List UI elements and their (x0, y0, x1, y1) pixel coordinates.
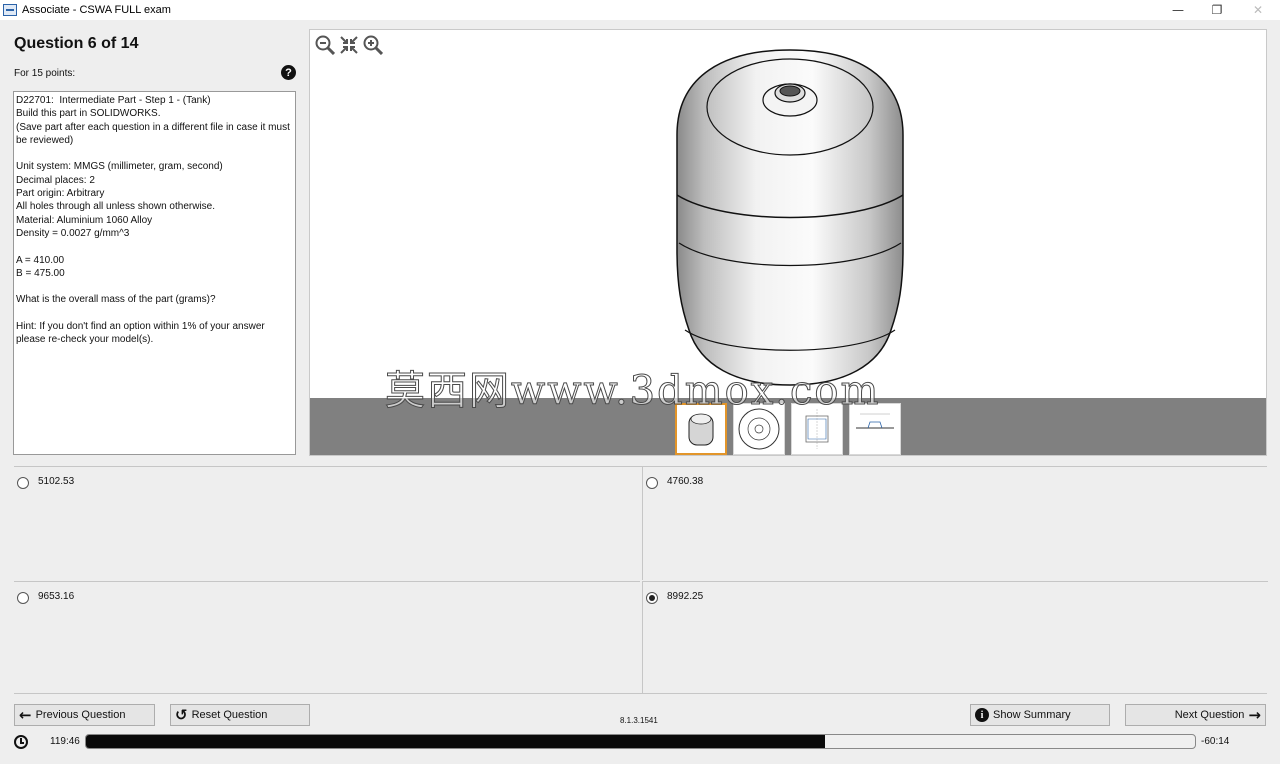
remaining-time: -60:14 (1201, 736, 1230, 747)
time-progress-fill (86, 735, 825, 748)
arrow-right-icon: → (1248, 705, 1261, 724)
question-text-line (16, 307, 293, 320)
answer-label: 8992.25 (667, 591, 704, 602)
question-text-line: Density = 0.0027 g/mm^3 (16, 227, 130, 239)
model-viewer[interactable]: 莫西网www.3dmox.com (309, 29, 1267, 456)
title-bar: Associate - CSWA FULL exam (0, 0, 1280, 20)
answer-option[interactable]: 4760.38 (642, 467, 1268, 580)
answer-radio[interactable] (17, 477, 29, 489)
elapsed-time: 119:46 (50, 736, 80, 747)
show-summary-button[interactable]: i Show Summary (970, 704, 1110, 726)
question-text-line: Hint: If you don't find an option within… (16, 321, 268, 346)
points-label: For 15 points: (14, 68, 76, 79)
zoom-out-icon[interactable] (314, 34, 336, 56)
minimize-button[interactable]: — (1158, 0, 1198, 20)
question-text-line: A = 410.00 (16, 254, 65, 266)
question-text-line: Material: Aluminium 1060 Alloy (16, 214, 153, 226)
question-text-line: Decimal places: 2 (16, 174, 95, 186)
question-text-line (16, 240, 293, 253)
reset-question-button[interactable]: ↺ Reset Question (170, 704, 310, 726)
window-title: Associate - CSWA FULL exam (22, 4, 171, 16)
answer-option[interactable]: 9653.16 (14, 581, 640, 694)
question-text-line: Part origin: Arbitrary (16, 188, 105, 200)
close-button[interactable]: ✕ (1238, 0, 1278, 20)
zoom-toolbar (314, 34, 384, 56)
clock-icon (14, 735, 28, 749)
fit-icon[interactable] (338, 34, 360, 56)
reset-question-label: Reset Question (191, 709, 268, 721)
restore-button[interactable]: ❐ (1197, 0, 1237, 20)
previous-question-button[interactable]: ← Previous Question (14, 704, 155, 726)
answer-options: 5102.53 4760.38 9653.16 8992.25 (14, 466, 1268, 694)
tank-model-image (676, 49, 904, 386)
question-text-line: (Save part after each question in a diff… (16, 121, 293, 146)
next-question-label: Next Question (1174, 709, 1245, 721)
show-summary-label: Show Summary (993, 709, 1071, 721)
arrow-left-icon: ← (19, 705, 32, 724)
help-icon[interactable]: ? (281, 65, 296, 80)
answer-option[interactable]: 8992.25 (642, 581, 1268, 694)
question-text-line: Build this part in SOLIDWORKS. (16, 108, 161, 120)
question-text-line: What is the overall mass of the part (gr… (16, 294, 216, 306)
info-icon: i (975, 708, 989, 722)
question-text-box[interactable]: D22701: Intermediate Part - Step 1 - (Ta… (13, 91, 296, 455)
answer-label: 9653.16 (38, 591, 75, 602)
version-label: 8.1.3.1541 (620, 716, 658, 725)
answer-label: 5102.53 (38, 476, 75, 487)
zoom-in-icon[interactable] (362, 34, 384, 56)
answer-radio[interactable] (646, 477, 658, 489)
question-text-line: D22701: Intermediate Part - Step 1 - (Ta… (16, 95, 211, 106)
next-question-button[interactable]: Next Question → (1125, 704, 1266, 726)
question-text-line: B = 475.00 (16, 267, 65, 279)
question-text-line: All holes through all unless shown other… (16, 201, 215, 213)
answer-radio[interactable] (646, 592, 658, 604)
watermark-text: 莫西网www.3dmox.com (384, 368, 881, 415)
answer-label: 4760.38 (667, 476, 704, 487)
time-progress-bar (85, 734, 1196, 749)
previous-question-label: Previous Question (35, 709, 126, 721)
question-text-line (16, 147, 293, 160)
answer-option[interactable]: 5102.53 (14, 467, 640, 580)
answer-radio[interactable] (17, 592, 29, 604)
reset-icon: ↺ (175, 705, 188, 724)
app-icon (3, 4, 17, 16)
question-heading: Question 6 of 14 (14, 35, 139, 52)
question-text-line (16, 280, 293, 293)
question-text-line: Unit system: MMGS (millimeter, gram, sec… (16, 161, 223, 173)
